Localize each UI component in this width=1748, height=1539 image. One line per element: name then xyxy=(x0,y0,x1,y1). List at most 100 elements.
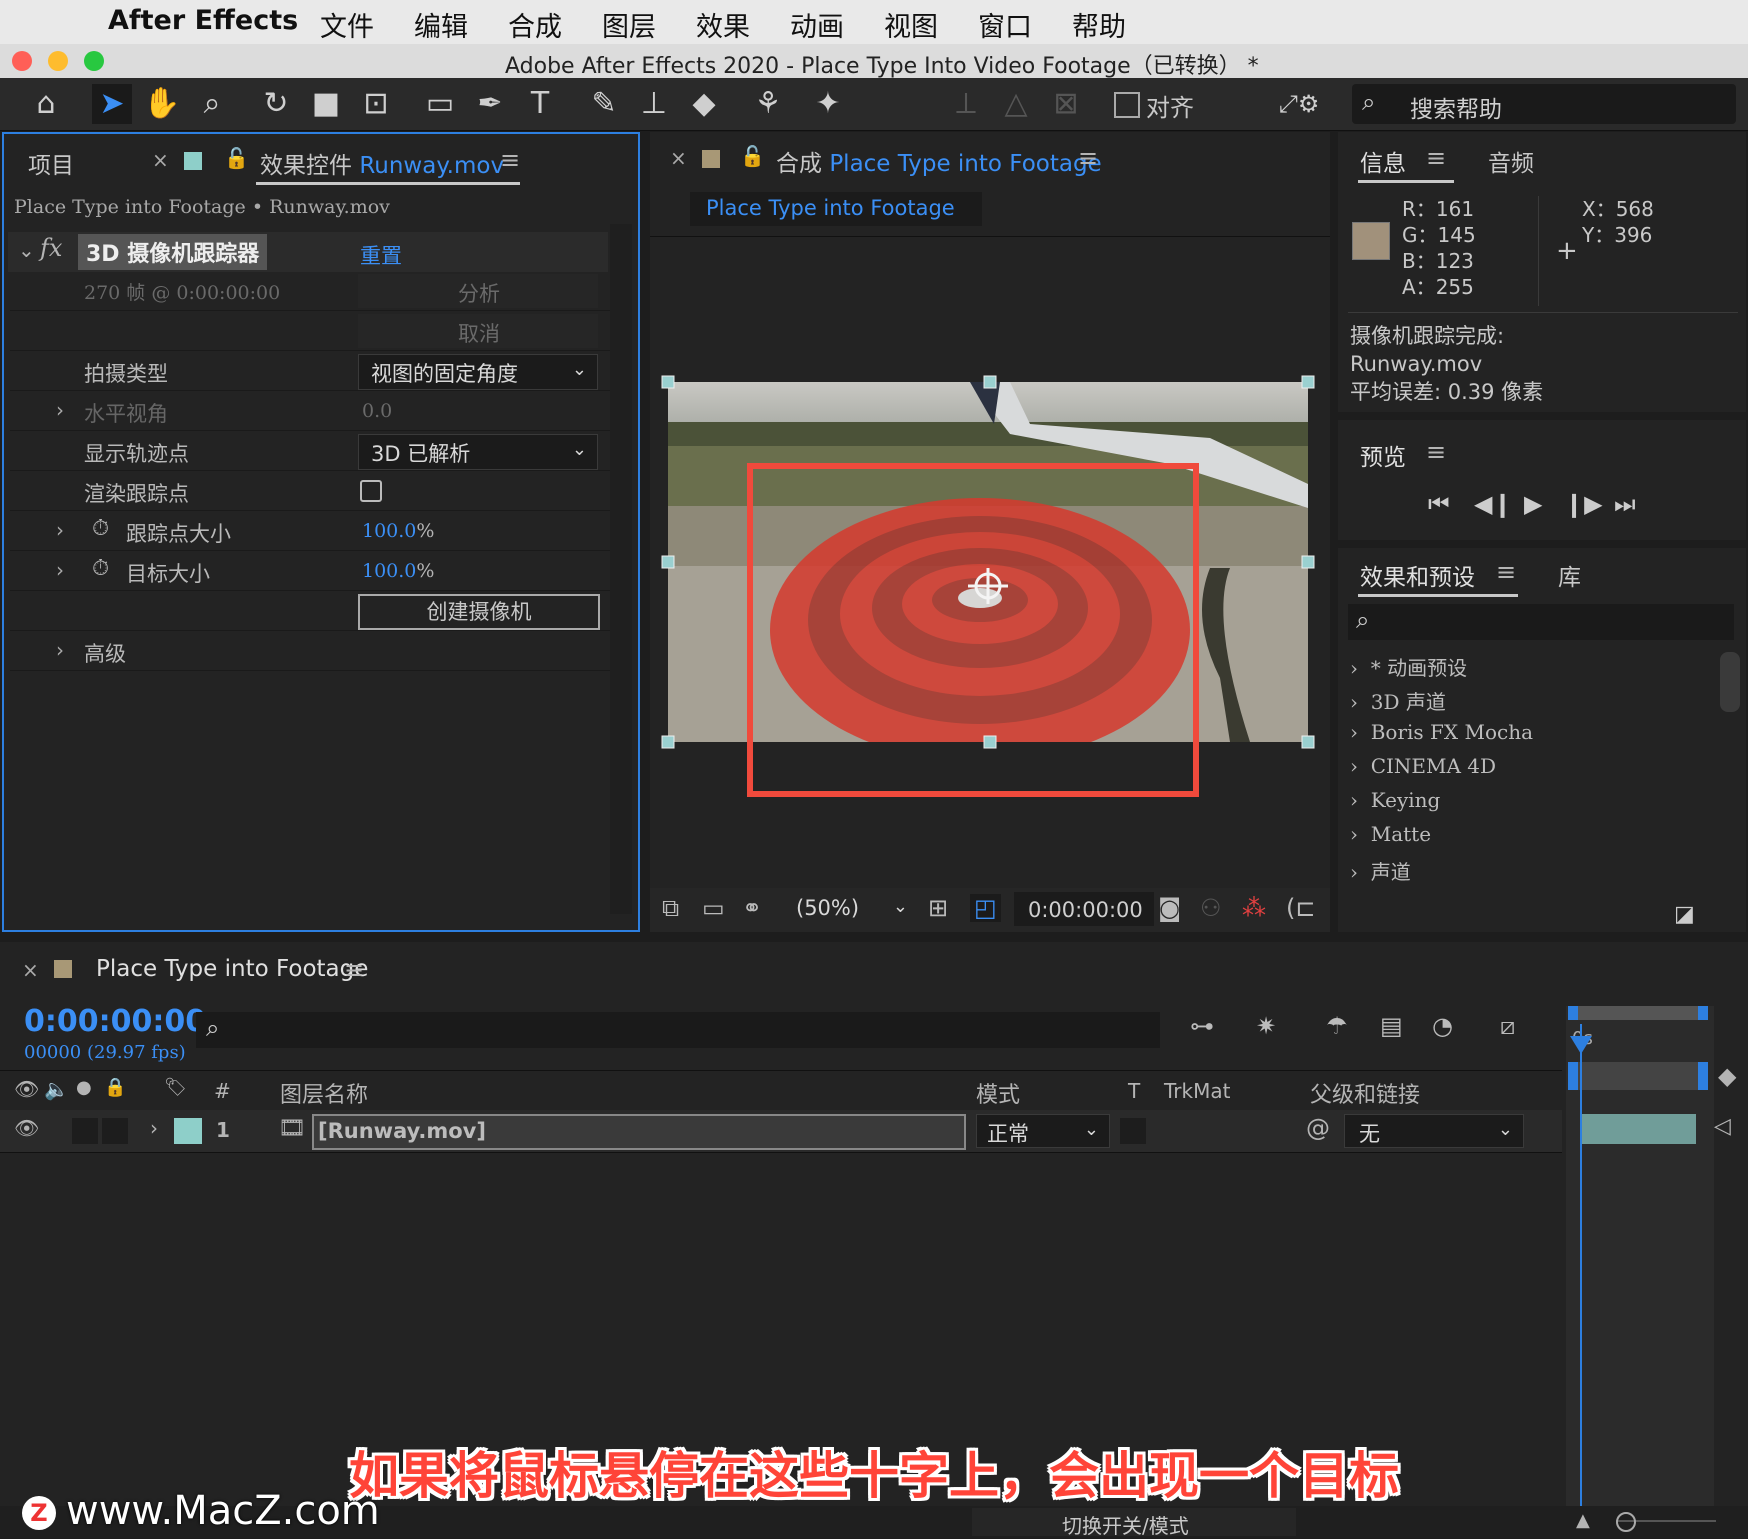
view-axis-icon[interactable]: ⊠ xyxy=(1046,84,1086,124)
last-frame-icon[interactable]: ⏭ xyxy=(1614,490,1636,518)
lock-icon[interactable]: 🔓 xyxy=(740,144,765,168)
world-axis-icon[interactable]: △ xyxy=(996,84,1036,124)
show-snapshot-icon[interactable]: ⚇ xyxy=(1200,894,1222,922)
comp-marker-icon[interactable]: ◆ xyxy=(1718,1062,1736,1090)
menu-composition[interactable]: 合成 xyxy=(508,5,562,44)
roto-brush-tool-icon[interactable]: ⚘ xyxy=(748,84,788,124)
align-checkbox[interactable] xyxy=(1114,92,1140,118)
eye-icon[interactable]: 👁 xyxy=(14,1077,39,1101)
layer-duration-bar[interactable] xyxy=(1580,1114,1696,1144)
work-area-bar[interactable] xyxy=(1568,1006,1708,1020)
play-icon[interactable]: ▶ xyxy=(1524,490,1542,518)
expand-chevron-icon[interactable]: › xyxy=(150,1116,158,1140)
minimize-window-icon[interactable] xyxy=(48,51,68,71)
safe-zones-icon[interactable]: ⊞ xyxy=(928,894,948,922)
col-mode[interactable]: 模式 xyxy=(976,1077,1020,1109)
mask-visibility-icon[interactable]: ⚭ xyxy=(742,894,762,922)
pan-behind-tool-icon[interactable]: ⊡ xyxy=(356,84,396,124)
target-size-field[interactable]: 100.0% xyxy=(362,560,434,582)
close-tab-icon[interactable]: × xyxy=(152,148,169,172)
scrollbar-thumb[interactable] xyxy=(1720,652,1740,712)
timecode-field[interactable]: 0:00:00:00 xyxy=(1014,892,1154,926)
expand-chevron-icon[interactable]: › xyxy=(56,638,64,662)
scrollbar[interactable] xyxy=(610,224,632,914)
layer-visibility-icon[interactable]: 👁 xyxy=(14,1116,39,1140)
pick-whip-icon[interactable]: @ xyxy=(1306,1114,1330,1142)
always-preview-icon[interactable]: ⧉ xyxy=(662,894,679,922)
zoom-window-icon[interactable] xyxy=(84,51,104,71)
snapshot-camera-icon[interactable]: ◙ xyxy=(1158,894,1181,922)
previous-frame-icon[interactable]: ◀❙ xyxy=(1474,490,1513,518)
menu-view[interactable]: 视图 xyxy=(884,5,938,44)
zoom-out-icon[interactable]: ▲ xyxy=(1576,1510,1590,1531)
puppet-pin-tool-icon[interactable]: ✦ xyxy=(808,84,848,124)
tab-library[interactable]: 库 xyxy=(1558,558,1581,592)
camera-tool-icon[interactable]: ■ xyxy=(306,84,346,124)
col-parent[interactable]: 父级和链接 xyxy=(1310,1077,1420,1109)
panel-menu-icon[interactable]: ≡ xyxy=(1496,558,1516,586)
solo-icon[interactable]: ● xyxy=(76,1077,92,1098)
tab-project[interactable]: 项目 xyxy=(28,146,74,180)
analyze-button[interactable]: 分析 xyxy=(358,274,598,308)
stopwatch-icon[interactable]: ⏱ xyxy=(92,516,109,541)
col-layer-name[interactable]: 图层名称 xyxy=(280,1077,368,1109)
close-window-icon[interactable] xyxy=(12,51,32,71)
layer-name-field[interactable]: [Runway.mov] xyxy=(312,1114,966,1150)
region-icon[interactable]: (⊏ xyxy=(1286,894,1315,922)
lock-switch[interactable] xyxy=(102,1118,128,1144)
effect-name[interactable]: 3D 摄像机跟踪器 xyxy=(78,234,268,270)
blend-mode-select[interactable]: 正常 ⌄ xyxy=(976,1114,1110,1148)
list-item[interactable]: › Boris FX Mocha xyxy=(1350,720,1533,744)
list-item[interactable]: › * 动画预设 xyxy=(1350,652,1467,681)
lock-icon[interactable]: 🔓 xyxy=(224,146,249,170)
comp-subtab[interactable]: Place Type into Footage xyxy=(690,192,982,226)
pen-tool-icon[interactable]: ✒ xyxy=(470,84,510,124)
first-frame-icon[interactable]: ⏮ xyxy=(1428,490,1450,518)
stopwatch-icon[interactable]: ⏱ xyxy=(92,556,109,581)
panel-menu-icon[interactable]: ≡ xyxy=(344,956,364,984)
tab-effects-presets[interactable]: 效果和预设 xyxy=(1360,558,1475,592)
local-axis-icon[interactable]: ⟂ xyxy=(946,84,986,124)
collapse-chevron-icon[interactable]: ⌄ xyxy=(18,238,35,262)
cancel-button[interactable]: 取消 xyxy=(358,314,598,348)
home-icon[interactable]: ⌂ xyxy=(26,84,66,124)
effects-search-input[interactable]: ⌕ xyxy=(1348,604,1734,640)
panel-menu-icon[interactable]: ≡ xyxy=(1426,144,1446,172)
motion-blur-icon[interactable]: ◔ xyxy=(1432,1012,1453,1040)
new-folder-icon[interactable]: ◪ xyxy=(1674,902,1695,927)
shy-layers-icon[interactable]: ☂ xyxy=(1326,1012,1348,1040)
zoom-slider-thumb[interactable] xyxy=(1616,1512,1636,1532)
render-track-checkbox[interactable] xyxy=(360,480,382,502)
menu-edit[interactable]: 编辑 xyxy=(414,5,468,44)
graph-editor-icon[interactable]: ⧄ xyxy=(1500,1012,1515,1040)
tab-audio[interactable]: 音频 xyxy=(1488,144,1534,178)
list-item[interactable]: › Matte xyxy=(1350,822,1431,846)
reset-link[interactable]: 重置 xyxy=(360,240,402,270)
channels-icon[interactable]: ⁂ xyxy=(1242,894,1266,922)
panel-menu-icon[interactable]: ≡ xyxy=(500,146,520,174)
clone-stamp-tool-icon[interactable]: ⊥ xyxy=(634,84,674,124)
lock-icon[interactable]: 🔒 xyxy=(104,1077,126,1098)
tab-effect-controls[interactable]: 效果控件 Runway.mov xyxy=(260,146,504,180)
transparency-grid-icon[interactable]: ◰ xyxy=(970,894,1001,922)
audio-icon[interactable]: 🔈 xyxy=(44,1077,69,1101)
hand-tool-icon[interactable]: ✋ xyxy=(142,84,182,124)
playhead-icon[interactable] xyxy=(1570,1036,1592,1054)
layer-search-input[interactable]: ⌕ xyxy=(196,1012,1160,1048)
layer-label-color[interactable] xyxy=(174,1118,202,1144)
menu-effect[interactable]: 效果 xyxy=(696,5,750,44)
frame-blending-icon[interactable]: ▤ xyxy=(1380,1012,1403,1040)
solo-switch[interactable] xyxy=(72,1118,98,1144)
workspace-icon[interactable]: ⤢⚙ xyxy=(1262,84,1336,124)
list-item[interactable]: › 3D 声道 xyxy=(1350,686,1446,715)
zoom-tool-icon[interactable]: ⌕ xyxy=(192,84,232,124)
tab-info[interactable]: 信息 xyxy=(1360,144,1406,178)
comp-flowchart-icon[interactable]: ⊶ xyxy=(1190,1012,1214,1040)
menu-layer[interactable]: 图层 xyxy=(602,5,656,44)
shot-type-select[interactable]: 视图的固定角度 ⌄ xyxy=(358,354,598,390)
fx-icon[interactable]: fx xyxy=(40,234,62,262)
menu-animation[interactable]: 动画 xyxy=(790,5,844,44)
brush-tool-icon[interactable]: ✎ xyxy=(584,84,624,124)
rectangle-tool-icon[interactable]: ▭ xyxy=(420,84,460,124)
list-item[interactable]: › 声道 xyxy=(1350,856,1411,885)
